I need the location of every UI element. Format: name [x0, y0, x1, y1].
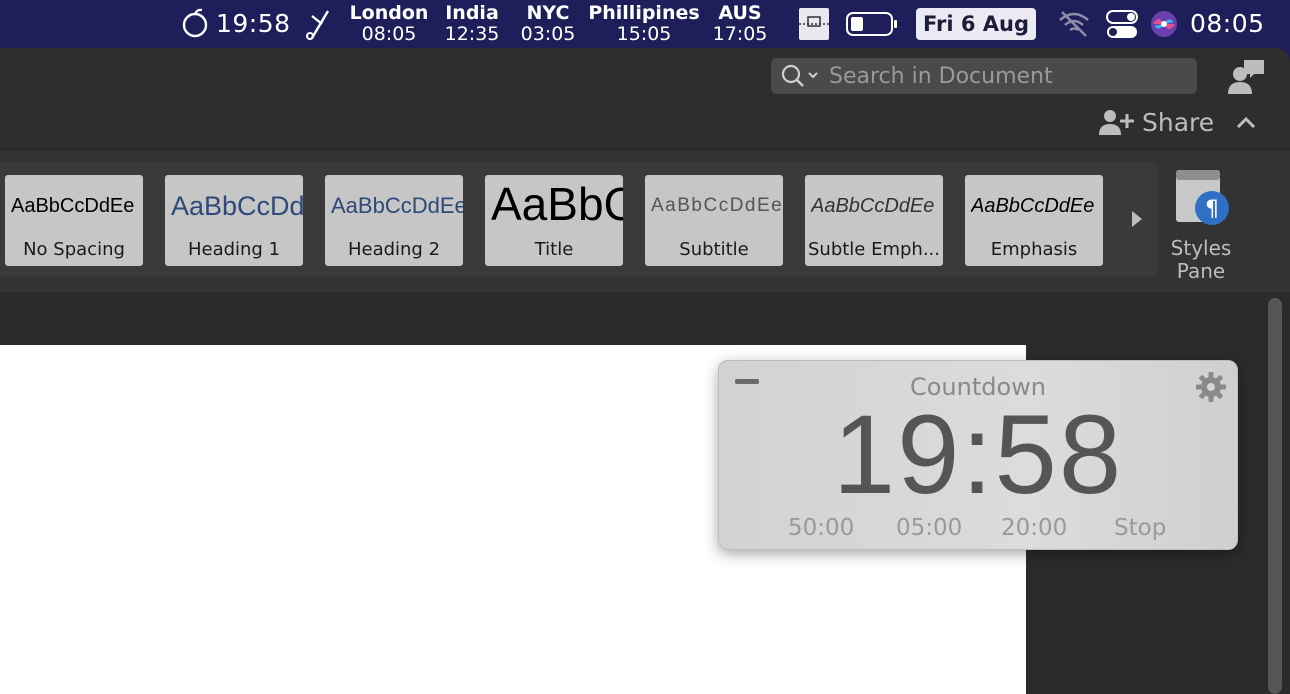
style-emphasis[interactable]: AaBbCcDdEe Emphasis: [965, 175, 1103, 266]
style-heading-1[interactable]: AaBbCcDdEe Heading 1: [165, 175, 303, 266]
styles-pane-label-line2: Pane: [1176, 259, 1226, 283]
siri-icon[interactable]: [1150, 10, 1178, 38]
style-sample: AaBbCcDdEe: [651, 195, 783, 216]
control-center-icon[interactable]: [1106, 10, 1138, 40]
comments-icon[interactable]: [1226, 58, 1266, 100]
style-heading-2[interactable]: AaBbCcDdEe Heading 2: [325, 175, 463, 266]
style-title[interactable]: AaBbCcDdEe Title: [485, 175, 623, 266]
display-icon[interactable]: [798, 7, 830, 41]
apple-timer-icon: [182, 8, 208, 38]
preset-20-button[interactable]: 20:00: [1001, 515, 1067, 541]
style-no-spacing[interactable]: AaBbCcDdEe No Spacing: [5, 175, 143, 266]
world-clock-time: 03:05: [520, 23, 576, 45]
wifi-off-icon[interactable]: [1058, 10, 1090, 38]
style-sample: AaBbCcDdEe: [491, 179, 623, 229]
world-clock-time: 15:05: [616, 23, 672, 45]
stop-button[interactable]: Stop: [1114, 515, 1166, 541]
share-button[interactable]: Share: [1098, 104, 1214, 140]
world-clock-city: NYC: [526, 2, 570, 24]
add-person-icon: [1099, 110, 1134, 135]
search-icon: [781, 64, 818, 87]
world-clock-london[interactable]: London 08:05: [348, 3, 430, 45]
timer-status-item[interactable]: 19:58: [180, 8, 291, 38]
style-sample: AaBbCcDdEe: [331, 193, 463, 218]
menu-bar: 19:58 London 08:05 India 12:35 NYC 03:05…: [0, 0, 1290, 48]
style-label: Subtle Emph...: [807, 238, 941, 260]
countdown-time: 19:58: [832, 392, 1124, 517]
svg-text:¶: ¶: [1205, 197, 1219, 222]
world-clock-time: 17:05: [712, 23, 768, 45]
styles-pane-label-line1: Styles: [1170, 236, 1232, 260]
battery-icon[interactable]: [846, 12, 898, 36]
world-clock-city: Phillipines: [588, 2, 700, 24]
style-subtle-emphasis[interactable]: AaBbCcDdEe Subtle Emph...: [805, 175, 943, 266]
world-clock-india[interactable]: India 12:35: [440, 3, 504, 45]
timer-menu-time: 19:58: [216, 8, 291, 38]
scrollbar-thumb[interactable]: [1268, 298, 1282, 694]
gallery-next-arrow-icon[interactable]: [1130, 209, 1144, 233]
date-badge[interactable]: Fri 6 Aug: [916, 8, 1036, 40]
countdown-window: Countdown 19:58 50:00 05:00 20:00 Stop: [718, 360, 1238, 550]
style-sample: AaBbCcDdEe: [11, 194, 135, 217]
search-placeholder: Search in Document: [829, 63, 1053, 89]
world-clock-time: 12:35: [444, 23, 500, 45]
style-label: Title: [534, 238, 574, 260]
preset-05-button[interactable]: 05:00: [896, 515, 962, 541]
styles-pane-icon: ¶: [1176, 170, 1229, 225]
style-label: Subtitle: [679, 238, 749, 260]
styles-pane-button[interactable]: ¶: [1174, 168, 1232, 234]
styles-pane-label[interactable]: Styles Pane: [1166, 237, 1236, 283]
style-sample: AaBbCcDdEe: [171, 190, 303, 221]
preset-50-button[interactable]: 50:00: [788, 515, 854, 541]
style-sample: AaBbCcDdEe: [811, 194, 935, 217]
world-clock-time: 08:05: [361, 23, 417, 45]
world-clock-aus[interactable]: AUS 17:05: [708, 3, 772, 45]
style-label: Emphasis: [990, 238, 1078, 260]
collapse-ribbon-chevron-up-icon[interactable]: [1236, 114, 1256, 134]
scissors-icon[interactable]: [304, 8, 334, 40]
world-clock-phillipines[interactable]: Phillipines 15:05: [588, 3, 700, 45]
world-clock-city: London: [349, 2, 429, 24]
share-label: Share: [1142, 107, 1215, 137]
style-label: Heading 2: [347, 238, 441, 260]
style-label: No Spacing: [23, 238, 125, 260]
search-field[interactable]: Search in Document: [771, 58, 1197, 94]
menubar-clock[interactable]: 08:05: [1190, 9, 1265, 38]
style-subtitle[interactable]: AaBbCcDdEe Subtitle: [645, 175, 783, 266]
world-clock-nyc[interactable]: NYC 03:05: [516, 3, 580, 45]
world-clock-city: India: [445, 2, 499, 24]
world-clock-city: AUS: [718, 2, 762, 24]
style-label: Heading 1: [187, 238, 281, 260]
style-sample: AaBbCcDdEe: [971, 194, 1095, 217]
